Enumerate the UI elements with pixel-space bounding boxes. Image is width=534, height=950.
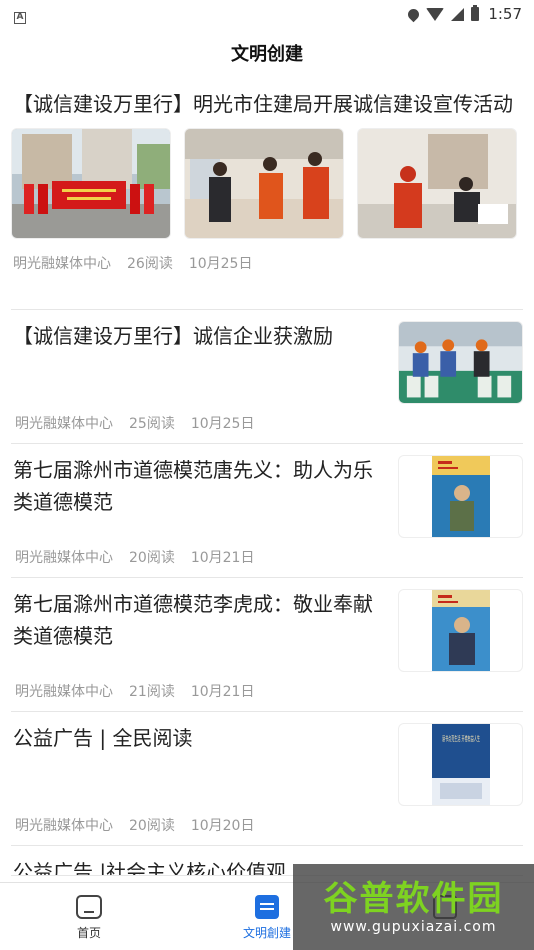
article-image-volunteers-office[interactable] [357, 128, 517, 239]
article-reads: 20阅读 [129, 550, 175, 566]
article-title: 公益广告 | 全民阅读 [13, 726, 193, 750]
article-title: 【诚信建设万里行】诚信企业获激励 [13, 324, 333, 348]
nav-home-label: 首页 [76, 926, 101, 940]
article-item[interactable]: 【诚信建设万里行】明光市住建局开展诚信建设宣传活动 明光融媒体中心 26阅读 1… [11, 78, 523, 310]
article-meta: 明光融媒体中心 25阅读 10月25日 [13, 413, 256, 433]
article-source: 明光融媒体中心 [15, 416, 113, 432]
article-thumbnail-poster[interactable] [398, 455, 523, 538]
article-thumbnail-reading-poster[interactable]: 读书点亮生活 开卷有益人生 [398, 723, 523, 806]
title-bar: 文明创建 [0, 28, 534, 78]
article-source: 明光融媒体中心 [15, 684, 113, 700]
article-image-group-photo[interactable] [11, 128, 171, 239]
notification-a-icon: A [14, 11, 26, 24]
watermark-url: www.gupuxiazai.com [330, 919, 497, 935]
nav-home[interactable]: 首页 [0, 883, 178, 950]
signal-icon [451, 7, 465, 21]
article-item[interactable]: 第七届滁州市道德模范唐先义：助人为乐类道德模范 明光融媒体中心 20阅读 10月… [11, 444, 523, 578]
watermark-text: 谷普软件园 [323, 879, 504, 919]
article-date: 10月21日 [190, 684, 255, 700]
article-source: 明光融媒体中心 [15, 550, 113, 566]
article-date: 10月21日 [190, 550, 255, 566]
article-date: 10月20日 [190, 818, 255, 834]
article-title: 第七届滁州市道德模范李虎成：敬业奉献类道德模范 [13, 592, 373, 648]
article-item[interactable]: 公益广告 | 全民阅读 读书点亮生活 开卷有益人生 明光融媒体中心 20阅读 1… [11, 712, 523, 846]
page-title: 文明创建 [231, 44, 303, 65]
article-thumbnail-factory[interactable] [398, 321, 523, 404]
battery-icon [471, 5, 480, 21]
article-image-volunteers-counter[interactable] [184, 128, 344, 239]
home-icon [76, 895, 102, 919]
article-date: 10月25日 [190, 416, 255, 432]
article-image-row [11, 128, 523, 239]
article-feed[interactable]: 【诚信建设万里行】明光市住建局开展诚信建设宣传活动 明光融媒体中心 26阅读 1… [0, 78, 534, 876]
article-reads: 25阅读 [129, 416, 175, 432]
article-meta: 明光融媒体中心 21阅读 10月21日 [13, 681, 256, 701]
location-icon [406, 6, 422, 22]
article-reads: 20阅读 [129, 818, 175, 834]
nav-civilization-label: 文明創建 [242, 926, 291, 940]
article-thumbnail-poster[interactable] [398, 589, 523, 672]
wifi-icon [426, 7, 445, 21]
article-reads: 21阅读 [129, 684, 175, 700]
article-item[interactable]: 【诚信建设万里行】诚信企业获激励 明光融媒体中心 25阅读 10月25日 [11, 310, 523, 444]
article-item[interactable]: 第七届滁州市道德模范李虎成：敬业奉献类道德模范 明光融媒体中心 21阅读 10月… [11, 578, 523, 712]
article-title: 第七届滁州市道德模范唐先义：助人为乐类道德模范 [13, 458, 373, 514]
article-meta: 明光融媒体中心 26阅读 10月25日 [11, 253, 523, 273]
article-meta: 明光融媒体中心 20阅读 10月20日 [13, 815, 256, 835]
article-title: 【诚信建设万里行】明光市住建局开展诚信建设宣传活动 [13, 92, 513, 116]
status-time: 1:57 [488, 5, 522, 23]
article-meta: 明光融媒体中心 20阅读 10月21日 [13, 547, 256, 567]
poster-text: 读书点亮生活 开卷有益人生 [442, 734, 480, 743]
article-source: 明光融媒体中心 [13, 256, 111, 272]
status-bar: A 1:57 [0, 0, 534, 28]
watermark: 谷普软件园 www.gupuxiazai.com [293, 864, 534, 950]
article-source: 明光融媒体中心 [15, 818, 113, 834]
news-icon [255, 895, 279, 919]
article-reads: 26阅读 [127, 256, 173, 272]
article-date: 10月25日 [188, 256, 253, 272]
